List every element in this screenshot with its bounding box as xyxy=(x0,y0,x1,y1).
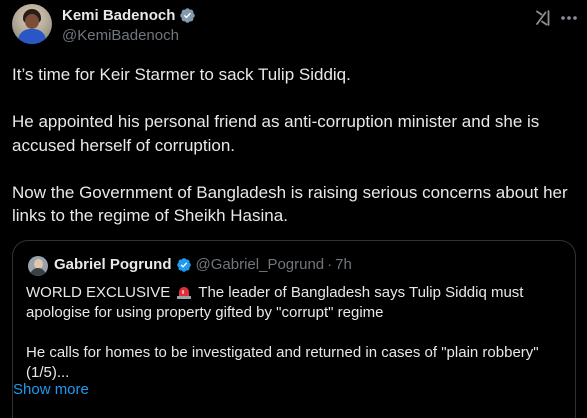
quote-text: WORLD EXCLUSIVE The leader of Bangladesh… xyxy=(26,283,566,383)
quote-paragraph: WORLD EXCLUSIVE The leader of Bangladesh… xyxy=(26,283,566,323)
quote-timestamp[interactable]: 7h xyxy=(335,256,352,273)
siren-emoji-icon xyxy=(177,287,192,299)
tweet-paragraph: He appointed his personal friend as anti… xyxy=(12,112,540,155)
verified-badge-icon xyxy=(180,8,196,23)
quote-header: Gabriel Pogrund @Gabriel_Pogrund · 7h xyxy=(54,256,352,273)
quote-text-lead: WORLD EXCLUSIVE xyxy=(26,284,171,301)
show-more-link[interactable]: Show more xyxy=(13,381,89,398)
quote-author-name[interactable]: Gabriel Pogrund xyxy=(54,256,172,273)
author-handle[interactable]: @KemiBadenoch xyxy=(62,27,179,44)
quote-author-avatar[interactable] xyxy=(28,256,48,276)
author-name-row: Kemi Badenoch xyxy=(62,7,196,24)
tweet-paragraph: Now the Government of Bangladesh is rais… xyxy=(12,182,568,226)
tweet-card: Kemi Badenoch @KemiBadenoch It’s time fo… xyxy=(0,0,587,418)
tweet-text: It’s time for Keir Starmer to sack Tulip… xyxy=(12,63,572,228)
quoted-tweet[interactable]: Gabriel Pogrund @Gabriel_Pogrund · 7h WO… xyxy=(12,240,576,418)
quote-separator: · xyxy=(327,256,333,273)
grok-icon[interactable] xyxy=(533,8,553,28)
verified-badge-icon xyxy=(176,257,191,272)
quote-paragraph: He calls for homes to be investigated an… xyxy=(26,344,539,381)
quote-author-handle[interactable]: @Gabriel_Pogrund xyxy=(196,256,325,273)
tweet-paragraph: It’s time for Keir Starmer to sack Tulip… xyxy=(12,65,351,84)
more-options-icon[interactable] xyxy=(560,15,578,21)
author-avatar[interactable] xyxy=(12,4,52,44)
author-display-name[interactable]: Kemi Badenoch xyxy=(62,7,175,24)
